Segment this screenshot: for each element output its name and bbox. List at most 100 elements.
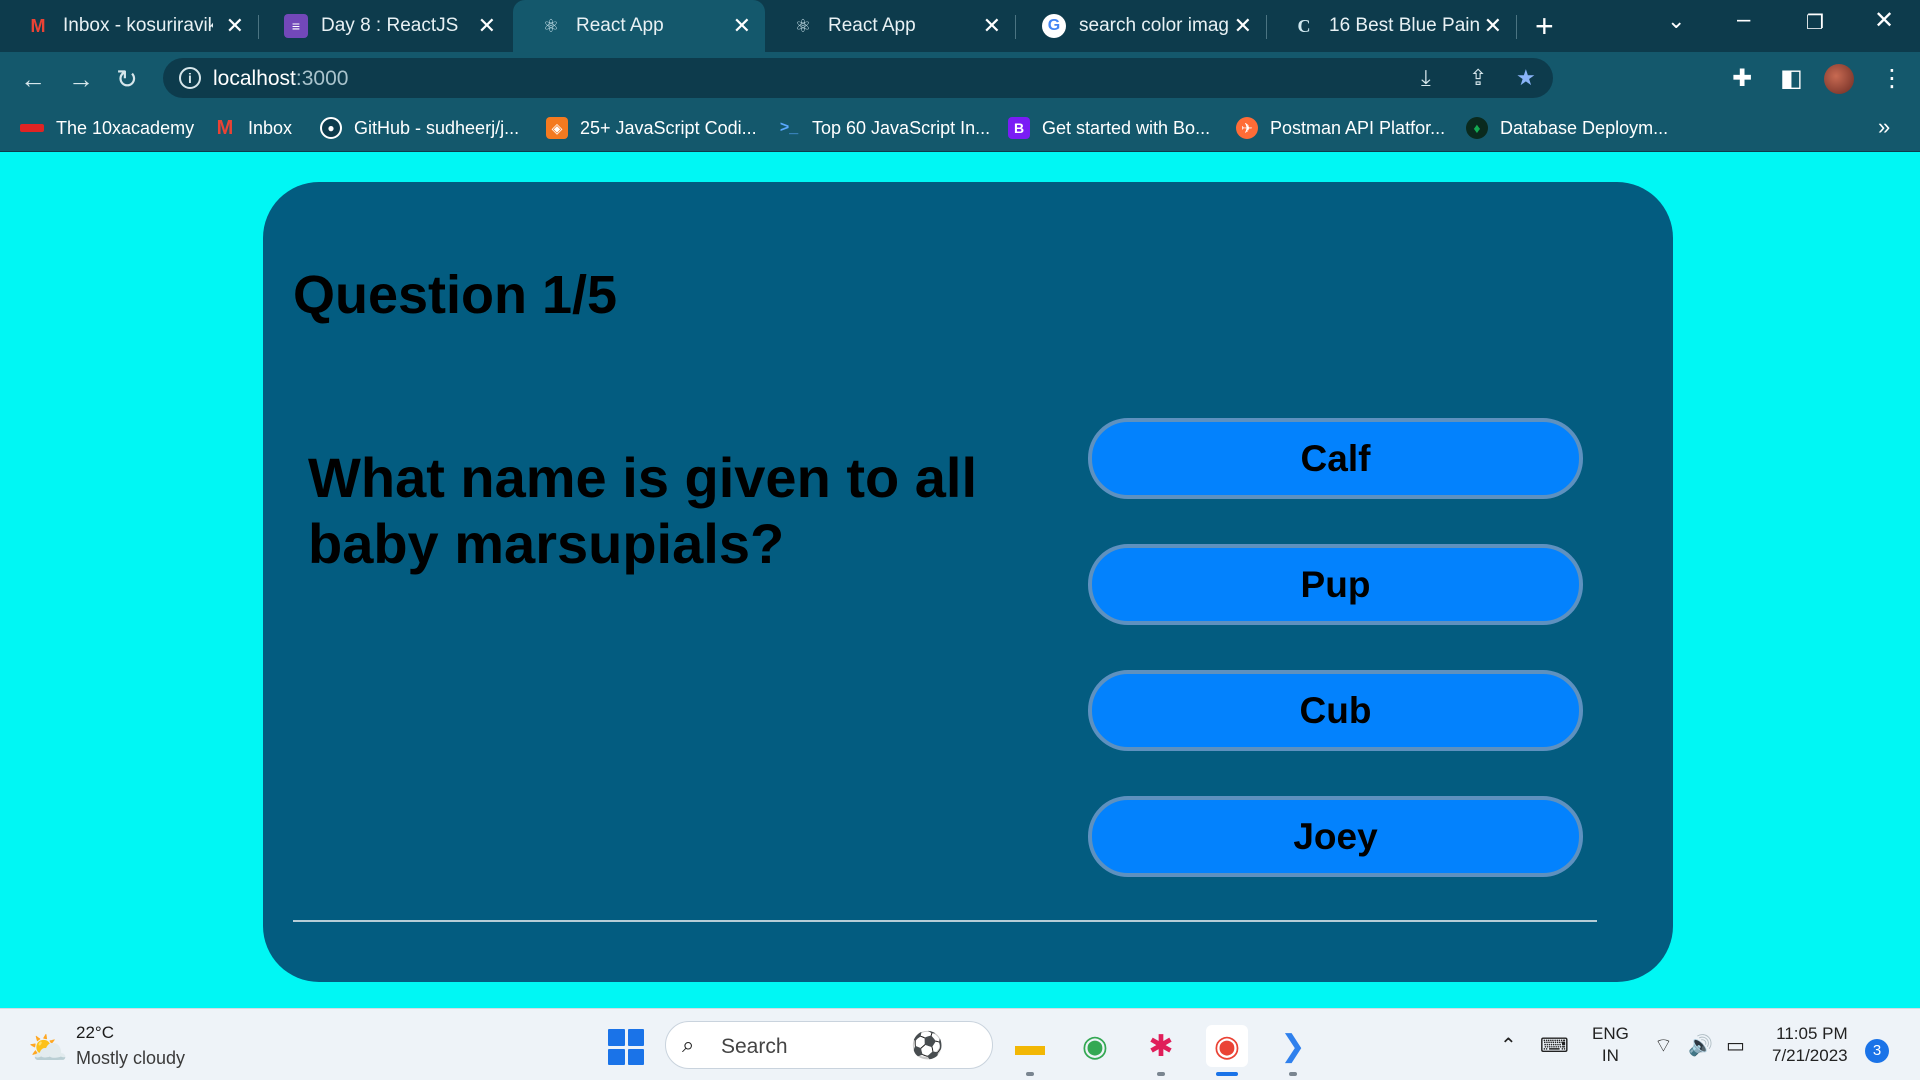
gmail-icon: M xyxy=(30,15,46,36)
profile-avatar[interactable] xyxy=(1824,64,1854,94)
search-highlight-soccer-icon: ⚽ xyxy=(911,1030,944,1060)
extensions-icon[interactable]: ✚ xyxy=(1732,64,1752,93)
running-indicator xyxy=(1157,1072,1165,1076)
bookmark-10xacademy[interactable]: The 10xacademy xyxy=(20,104,194,152)
system-clock[interactable]: 11:05 PM 7/21/2023 xyxy=(1772,1023,1848,1067)
tab-label: Day 8 : ReactJS xyxy=(321,15,459,36)
react-icon: ⚛ xyxy=(542,15,560,36)
bookmark-label: Top 60 JavaScript In... xyxy=(812,117,991,138)
file-explorer-icon[interactable]: ▬ xyxy=(1009,1025,1051,1067)
close-icon[interactable]: ✕ xyxy=(1234,13,1252,39)
site-info-icon[interactable]: i xyxy=(179,67,201,89)
bookmark-bootstrap[interactable]: B Get started with Bo... xyxy=(1008,104,1210,152)
close-icon[interactable]: ✕ xyxy=(226,13,244,39)
clock-time: 11:05 PM xyxy=(1776,1024,1848,1043)
answer-button-joey[interactable]: Joey xyxy=(1088,796,1583,877)
language-indicator[interactable]: ENG IN xyxy=(1592,1023,1629,1067)
wifi-icon[interactable]: ⌔ xyxy=(1654,1033,1673,1058)
slack-icon[interactable]: ✱ xyxy=(1140,1025,1182,1067)
question-counter: Question 1/5 xyxy=(293,265,618,325)
answer-button-calf[interactable]: Calf xyxy=(1088,418,1583,499)
bookmark-postman[interactable]: ✈ Postman API Platfor... xyxy=(1236,104,1445,152)
close-icon[interactable]: ✕ xyxy=(983,13,1001,39)
windows-taskbar: ⛅ 22°C Mostly cloudy ⌕ Search ⚽ ▬ ◉ ✱ ◉ … xyxy=(0,1008,1920,1080)
windows-logo-tile xyxy=(627,1029,644,1046)
terminal-icon: >_ xyxy=(779,119,799,136)
back-icon[interactable]: ← xyxy=(20,64,46,95)
notification-badge[interactable]: 3 xyxy=(1865,1039,1889,1063)
new-tab-icon[interactable]: + xyxy=(1535,8,1554,45)
close-window-icon[interactable]: ✕ xyxy=(1874,6,1894,35)
answer-button-pup[interactable]: Pup xyxy=(1088,544,1583,625)
question-text: What name is given to all baby marsupial… xyxy=(308,446,978,575)
weather-description[interactable]: Mostly cloudy xyxy=(76,1048,185,1069)
bookmark-js-coding[interactable]: ◈ 25+ JavaScript Codi... xyxy=(546,104,757,152)
js-icon: ◈ xyxy=(546,117,568,139)
bookmark-label: The 10xacademy xyxy=(56,117,195,138)
tab-separator xyxy=(1516,15,1517,39)
restore-icon[interactable]: ❐ xyxy=(1806,10,1824,35)
active-app-indicator xyxy=(1216,1072,1238,1076)
reload-icon[interactable]: ↻ xyxy=(116,64,138,95)
windows-logo-tile xyxy=(608,1048,625,1065)
menu-icon[interactable]: ⋮ xyxy=(1880,64,1904,93)
url-text: localhost:3000 xyxy=(213,67,348,91)
tab-search-icon[interactable]: ⌄ xyxy=(1667,8,1685,34)
close-icon[interactable]: ✕ xyxy=(733,13,751,39)
search-label: Search xyxy=(721,1035,788,1058)
start-button[interactable] xyxy=(608,1029,644,1065)
running-indicator xyxy=(1026,1072,1034,1076)
weather-temperature[interactable]: 22°C xyxy=(76,1023,114,1043)
keyboard-icon[interactable]: ⌨ xyxy=(1540,1033,1569,1058)
running-indicator xyxy=(1289,1072,1297,1076)
10x-icon xyxy=(20,124,44,132)
postman-icon: ✈ xyxy=(1236,117,1258,139)
forward-icon[interactable]: → xyxy=(68,64,94,95)
github-icon: ● xyxy=(320,117,342,139)
address-bar[interactable]: i localhost:3000 ⤓ ⇪ ★ xyxy=(163,58,1553,98)
bookmark-mongodb[interactable]: ♦ Database Deploym... xyxy=(1466,104,1668,152)
share-icon[interactable]: ⇪ xyxy=(1469,65,1487,91)
taskbar-search[interactable]: ⌕ Search ⚽ xyxy=(665,1021,993,1069)
tab-label: search color image xyxy=(1079,15,1229,36)
url-port: :3000 xyxy=(295,67,349,90)
bookmark-label: Postman API Platfor... xyxy=(1270,117,1446,138)
chrome-icon[interactable]: ◉ xyxy=(1074,1025,1116,1067)
language-code: ENG xyxy=(1592,1024,1629,1043)
bookmark-label: Database Deploym... xyxy=(1500,117,1669,138)
region-code: IN xyxy=(1601,1046,1619,1065)
windows-logo-tile xyxy=(608,1029,625,1046)
tab-day8-reactjs[interactable]: ≡ Day 8 : ReactJS ✕ xyxy=(258,0,510,52)
show-hidden-icons-chevron-icon[interactable]: ⌃ xyxy=(1500,1033,1517,1058)
side-panel-icon[interactable]: ◧ xyxy=(1780,64,1803,93)
tab-gmail-inbox[interactable]: M Inbox - kosuriravika ✕ xyxy=(0,0,258,52)
url-host: localhost xyxy=(213,67,296,90)
canva-icon: C xyxy=(1297,15,1311,36)
mongodb-icon: ♦ xyxy=(1466,117,1488,139)
battery-icon[interactable]: ▭ xyxy=(1726,1033,1745,1058)
chrome-profile-icon[interactable]: ◉ xyxy=(1206,1025,1248,1067)
tab-label: 16 Best Blue Paint C xyxy=(1329,15,1479,36)
bookmark-star-icon[interactable]: ★ xyxy=(1516,65,1536,91)
close-icon[interactable]: ✕ xyxy=(1484,13,1502,39)
minimize-icon[interactable]: – xyxy=(1737,6,1750,34)
weather-cloudy-icon[interactable]: ⛅ xyxy=(28,1029,68,1067)
bookmark-label: Inbox xyxy=(248,117,293,138)
react-icon: ⚛ xyxy=(794,15,812,36)
google-icon: G xyxy=(1042,14,1066,38)
close-icon[interactable]: ✕ xyxy=(478,13,496,39)
vscode-icon[interactable]: ❯ xyxy=(1272,1025,1314,1067)
tab-react-app-active[interactable]: ⚛ React App ✕ xyxy=(513,0,765,52)
bookmark-inbox[interactable]: M Inbox xyxy=(214,104,292,152)
volume-icon[interactable]: 🔊 xyxy=(1688,1033,1713,1058)
tab-google-search[interactable]: G search color image ✕ xyxy=(1016,0,1266,52)
bookmark-js-interview[interactable]: >_ Top 60 JavaScript In... xyxy=(778,104,990,152)
more-bookmarks-icon[interactable]: » xyxy=(1878,114,1890,140)
install-app-icon[interactable]: ⤓ xyxy=(1421,65,1431,91)
tab-blue-paint[interactable]: C 16 Best Blue Paint C ✕ xyxy=(1266,0,1516,52)
tab-react-app[interactable]: ⚛ React App ✕ xyxy=(765,0,1015,52)
answer-button-cub[interactable]: Cub xyxy=(1088,670,1583,751)
bookmark-github[interactable]: ● GitHub - sudheerj/j... xyxy=(320,104,519,152)
bookmark-label: 25+ JavaScript Codi... xyxy=(580,117,757,138)
bookmark-label: Get started with Bo... xyxy=(1042,117,1211,138)
